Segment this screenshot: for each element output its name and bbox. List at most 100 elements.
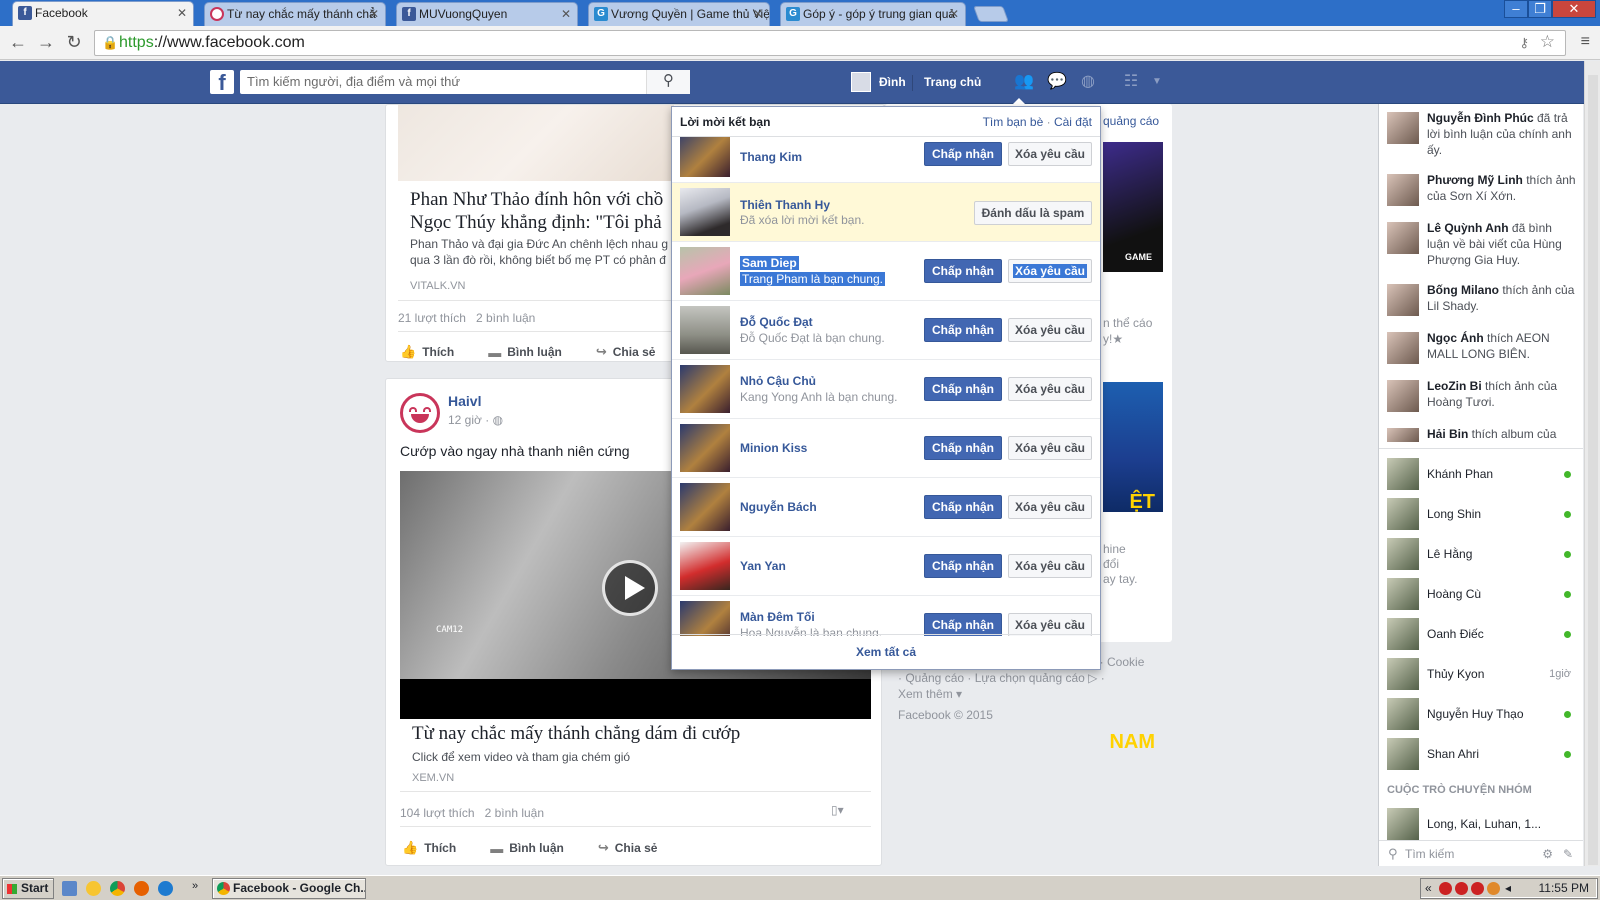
clock[interactable]: 11:55 PM xyxy=(1539,879,1589,898)
delete-request-button[interactable]: Xóa yêu cầu xyxy=(1008,142,1092,166)
like-button[interactable]: 👍 Thích xyxy=(402,840,456,856)
yahoo-messenger-icon[interactable] xyxy=(86,881,101,896)
show-desktop-icon[interactable] xyxy=(62,881,77,896)
reload-icon[interactable]: ↻ xyxy=(62,31,86,55)
see-more-link[interactable]: Xem thêm ▾ xyxy=(898,687,962,701)
delete-request-button[interactable]: Xóa yêu cầu xyxy=(1008,495,1092,519)
accept-button[interactable]: Chấp nhận xyxy=(924,554,1002,578)
link-headline[interactable]: Phan Như Thảo đính hôn với chồ xyxy=(410,189,686,211)
hamburger-menu-icon[interactable]: ≡ xyxy=(1581,33,1590,51)
play-icon[interactable] xyxy=(602,560,658,616)
delete-request-button[interactable]: Xóa yêu cầu xyxy=(1008,318,1092,342)
window-close-icon[interactable]: ✕ xyxy=(1552,0,1596,18)
quick-launch-overflow-icon[interactable]: » xyxy=(192,880,198,892)
minimize-icon[interactable]: – xyxy=(1504,0,1528,18)
facebook-search-input[interactable]: Tìm kiếm người, địa điểm và mọi thứ ⚲ xyxy=(240,70,690,94)
tab-gop-y[interactable]: G Góp ý - góp ý trung gian quả ✕ xyxy=(780,2,966,26)
bookmark-star-icon[interactable]: ☆ xyxy=(1540,30,1555,54)
likes-count[interactable]: 104 lượt thích xyxy=(400,806,475,820)
facebook-logo-icon[interactable]: f xyxy=(210,70,234,95)
avatar[interactable] xyxy=(680,483,730,531)
chat-contact[interactable]: Nguyễn Huy Thạo xyxy=(1387,698,1577,734)
chat-contact[interactable]: Hoàng Cù xyxy=(1387,578,1577,614)
chat-contact[interactable]: Lê Hằng xyxy=(1387,538,1577,574)
tray-app-icon[interactable] xyxy=(1487,882,1500,895)
accept-button[interactable]: Chấp nhận xyxy=(924,259,1002,283)
chrome-icon[interactable] xyxy=(110,881,125,896)
chat-search-input[interactable]: ⚲ Tìm kiếm ⚙ ✎ xyxy=(1379,840,1583,866)
avatar[interactable] xyxy=(680,306,730,354)
address-bar[interactable]: 🔒 https://www.facebook.com ⚷ ☆ xyxy=(94,30,1566,56)
close-icon[interactable]: ✕ xyxy=(369,3,379,25)
close-icon[interactable]: ✕ xyxy=(177,2,187,24)
start-button[interactable]: Start xyxy=(2,878,54,899)
search-icon[interactable]: ⚲ xyxy=(646,70,690,94)
link-thumbnail[interactable] xyxy=(398,105,674,181)
requester-name[interactable]: Minion Kiss xyxy=(740,441,807,455)
close-icon[interactable]: ✕ xyxy=(753,3,763,25)
avatar[interactable] xyxy=(680,424,730,472)
home-link[interactable]: Trang chủ xyxy=(924,69,981,95)
compose-icon[interactable]: ✎ xyxy=(1563,841,1573,867)
account-menu-chevron-icon[interactable]: ▼ xyxy=(1146,72,1168,94)
settings-link[interactable]: Cài đặt xyxy=(1054,115,1092,129)
requester-name[interactable]: Yan Yan xyxy=(740,559,786,573)
requester-name[interactable]: Sam Diep xyxy=(740,256,799,270)
scrollbar-thumb[interactable] xyxy=(1588,75,1598,865)
close-icon[interactable]: ✕ xyxy=(561,3,571,25)
avatar[interactable] xyxy=(680,601,730,636)
gear-icon[interactable]: ⚙ xyxy=(1542,841,1553,867)
accept-button[interactable]: Chấp nhận xyxy=(924,613,1002,636)
ad-label[interactable]: quảng cáo xyxy=(1103,114,1159,128)
tab-facebook[interactable]: f Facebook ✕ xyxy=(12,1,194,26)
chat-contact[interactable]: Oanh Điếc xyxy=(1387,618,1577,654)
tab-muvuongquyen[interactable]: f MUVuongQuyen ✕ xyxy=(396,2,578,26)
accept-button[interactable]: Chấp nhận xyxy=(924,318,1002,342)
link-headline-line2[interactable]: Ngọc Thúy khẳng định: "Tôi phả xyxy=(410,212,686,234)
delete-request-button[interactable]: Xóa yêu cầu xyxy=(1008,436,1092,460)
post-timestamp[interactable]: 12 giờ · ◍ xyxy=(448,413,503,427)
delete-request-button[interactable]: Xóa yêu cầu xyxy=(1008,377,1092,401)
chat-contact[interactable]: Long Shin xyxy=(1387,498,1577,534)
tray-app-icon[interactable] xyxy=(1455,882,1468,895)
delete-request-button[interactable]: Xóa yêu cầu xyxy=(1008,259,1092,283)
new-tab-button[interactable] xyxy=(973,6,1009,22)
page-scrollbar[interactable] xyxy=(1584,61,1600,866)
comments-count[interactable]: 2 bình luận xyxy=(485,806,544,820)
like-button[interactable]: 👍 Thích xyxy=(400,344,454,360)
tab-vuong-quyen[interactable]: G Vương Quyền | Game thủ Việ ✕ xyxy=(588,2,770,26)
friend-request-list[interactable]: Thang Kim Chấp nhận Xóa yêu cầu Thiên Th… xyxy=(672,137,1100,636)
close-icon[interactable]: ✕ xyxy=(949,3,959,25)
comments-count[interactable]: 2 bình luận xyxy=(476,311,535,325)
back-arrow-icon[interactable]: ← xyxy=(6,31,30,55)
volume-icon[interactable]: ◂ xyxy=(1505,879,1511,898)
ticker-item[interactable]: Hải Bin thích album của xyxy=(1387,426,1577,442)
forward-arrow-icon[interactable]: → xyxy=(34,31,58,55)
maximize-icon[interactable]: ❐ xyxy=(1528,0,1552,18)
ad-image[interactable]: ỆT NAM xyxy=(1103,382,1163,753)
link-headline[interactable]: Từ nay chắc mấy thánh chẳng dám đi cướp xyxy=(412,723,862,745)
share-button[interactable]: ↪ Chia sẻ xyxy=(596,344,656,360)
taskbar-item-chrome[interactable]: Facebook - Google Ch... xyxy=(212,878,366,899)
chat-contact[interactable]: Khánh Phan xyxy=(1387,458,1577,494)
tray-app-icon[interactable] xyxy=(1471,882,1484,895)
ticker-item[interactable]: LeoZin Bi thích ảnh của Hoàng Tươi. xyxy=(1387,378,1577,412)
firefox-icon[interactable] xyxy=(134,881,149,896)
ticker-item[interactable]: Phương Mỹ Linh thích ảnh của Sơn Xí Xớn. xyxy=(1387,172,1577,206)
requester-name[interactable]: Đỗ Quốc Đạt xyxy=(740,315,813,329)
accept-button[interactable]: Chấp nhận xyxy=(924,495,1002,519)
ad-image[interactable]: GAME xyxy=(1103,142,1163,272)
footer-links[interactable]: · Quảng cáo · Lựa chọn quảng cáo ▷ · xyxy=(898,671,1105,685)
friend-requests-icon[interactable]: 👥 xyxy=(1013,72,1035,94)
tab-haivl[interactable]: Từ nay chắc mấy thánh chẳ ✕ xyxy=(204,2,386,26)
avatar[interactable] xyxy=(680,188,730,236)
internet-explorer-icon[interactable] xyxy=(158,881,173,896)
find-friends-link[interactable]: Tìm bạn bè xyxy=(983,115,1044,129)
tray-expand-icon[interactable]: « xyxy=(1425,879,1432,898)
accept-button[interactable]: Chấp nhận xyxy=(924,377,1002,401)
save-post-dropdown-icon[interactable]: ▯▾ xyxy=(831,803,844,817)
requester-name[interactable]: Thiên Thanh Hy xyxy=(740,198,830,212)
ticker-item[interactable]: Bống Milano thích ảnh của Lil Shady. xyxy=(1387,282,1577,316)
requester-name[interactable]: Màn Đêm Tối xyxy=(740,610,815,624)
poster-name[interactable]: Haivl xyxy=(448,393,481,409)
